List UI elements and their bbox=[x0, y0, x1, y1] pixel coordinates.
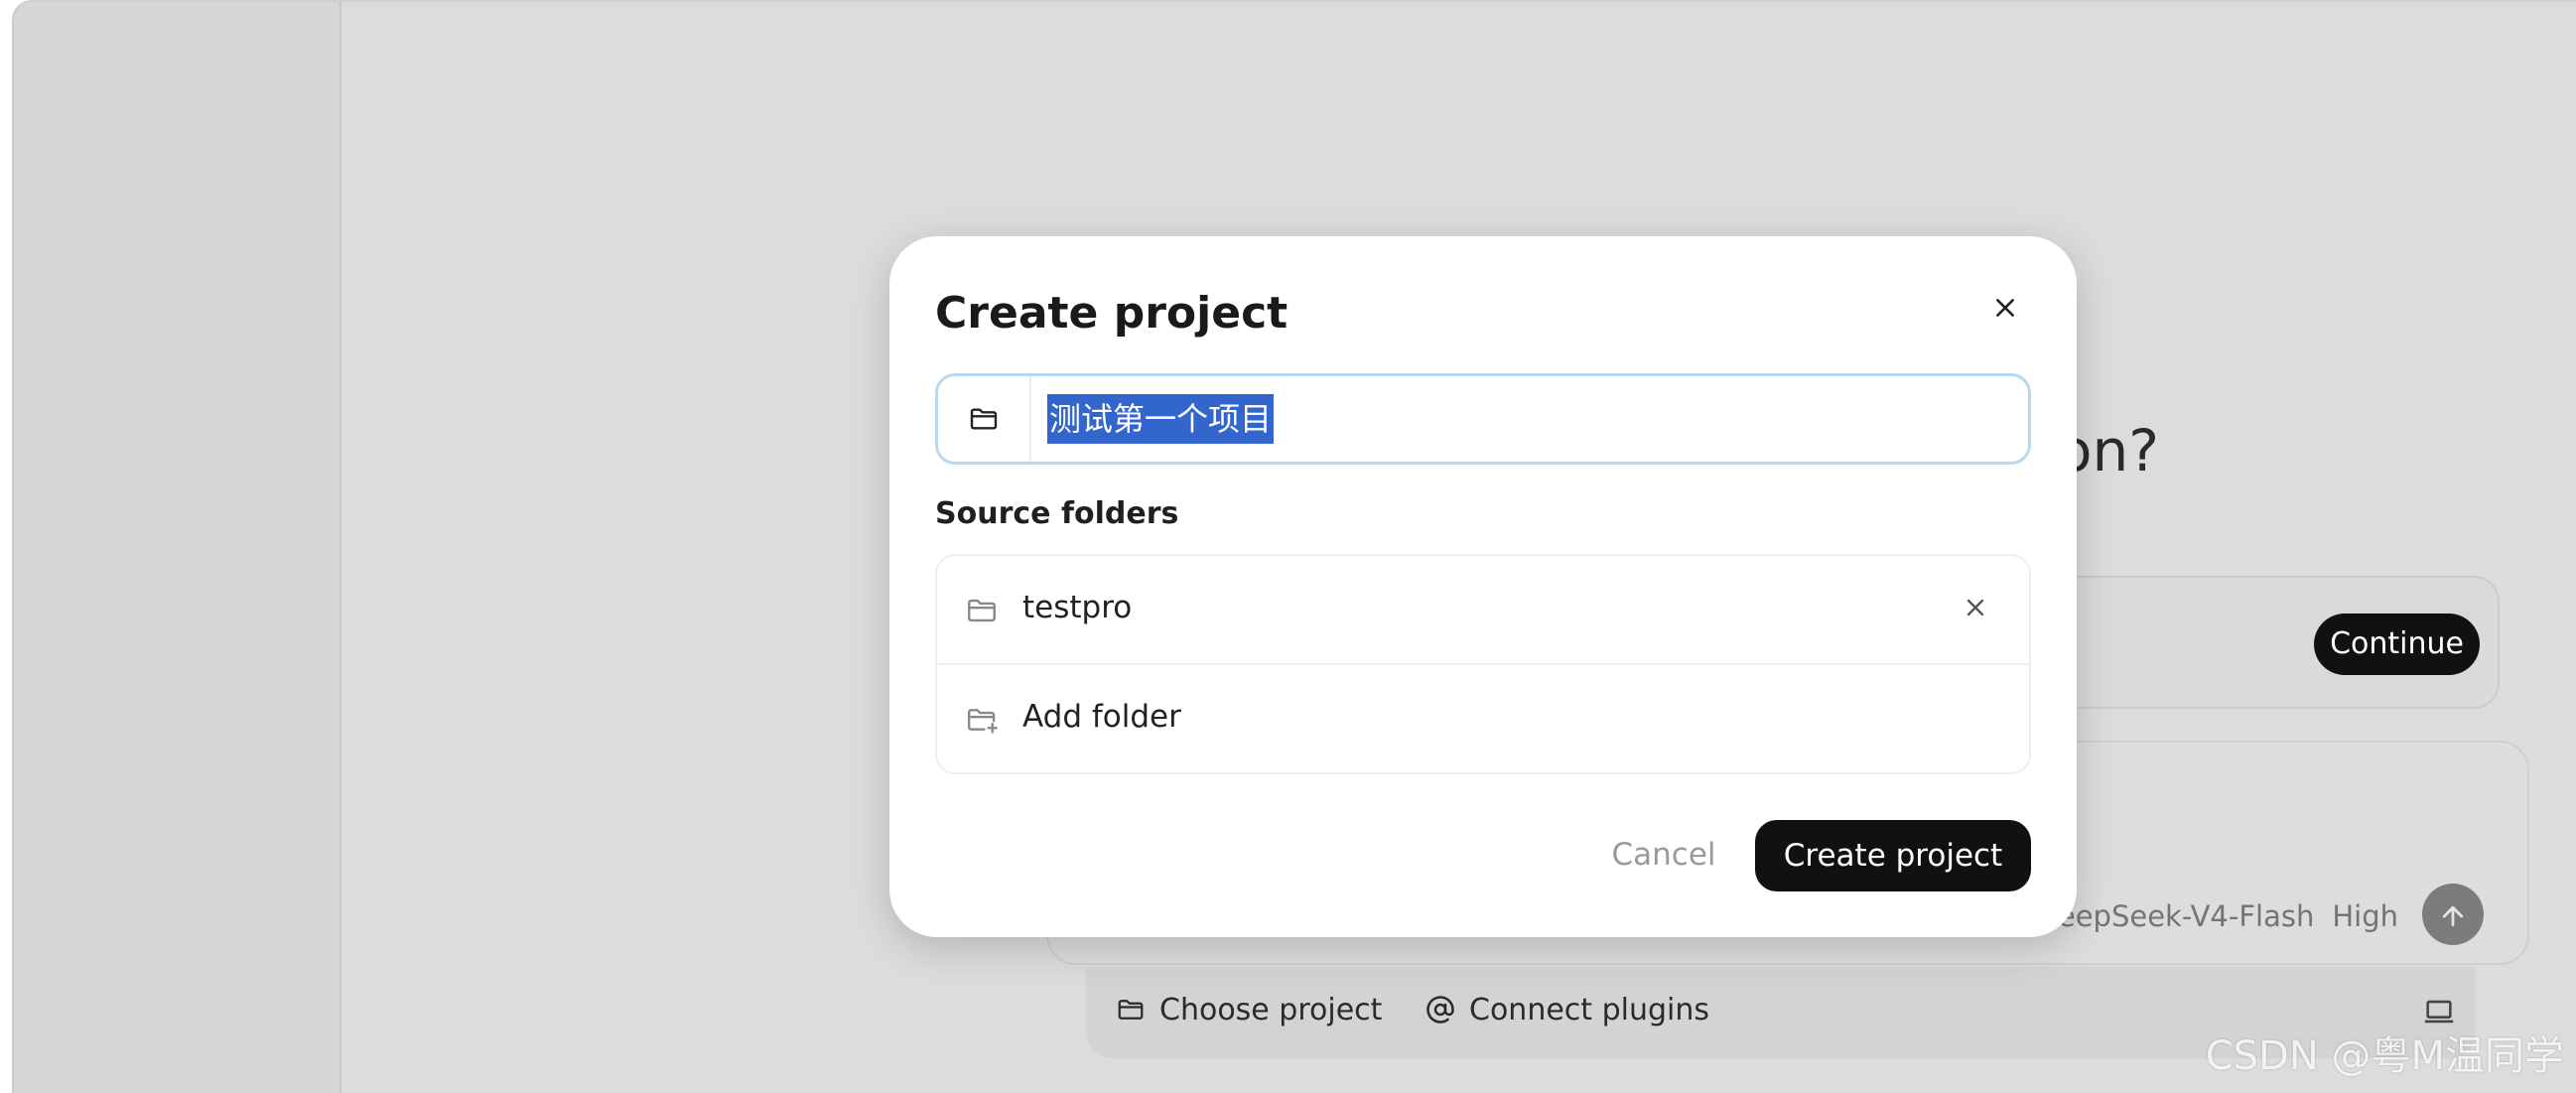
cancel-button[interactable]: Cancel bbox=[1584, 820, 1743, 889]
add-folder-label: Add folder bbox=[1022, 699, 1181, 735]
model-selector[interactable]: DeepSeek-V4-Flash High bbox=[2036, 899, 2398, 933]
model-name: DeepSeek-V4-Flash bbox=[2035, 899, 2315, 933]
add-folder-button[interactable]: Add folder bbox=[937, 665, 2029, 774]
choose-project-button[interactable]: Choose project bbox=[1116, 993, 1382, 1027]
folder-item: testpro bbox=[937, 556, 2029, 665]
folder-icon bbox=[938, 376, 1031, 462]
create-project-dialog: Create project 测试第一个项目 Source folders te… bbox=[889, 236, 2077, 937]
project-name-field[interactable]: 测试第一个项目 bbox=[935, 373, 2031, 465]
watermark: CSDN @粤M温同学 bbox=[2205, 1033, 2564, 1079]
project-name-input[interactable]: 测试第一个项目 bbox=[1047, 394, 1275, 444]
sidebar bbox=[14, 2, 341, 1093]
close-button[interactable] bbox=[1979, 282, 2031, 334]
at-sign-icon bbox=[1426, 996, 1454, 1024]
continue-button[interactable]: Continue bbox=[2314, 614, 2480, 675]
choose-project-label: Choose project bbox=[1159, 993, 1383, 1027]
dialog-title: Create project bbox=[935, 288, 1288, 339]
close-icon bbox=[1996, 299, 2014, 317]
arrow-up-icon bbox=[2442, 905, 2464, 927]
folder-plus-icon bbox=[965, 703, 1001, 741]
effort-level: High bbox=[2332, 899, 2398, 933]
source-folders-label: Source folders bbox=[935, 496, 1179, 531]
send-button[interactable] bbox=[2422, 884, 2484, 945]
folder-icon bbox=[1118, 1000, 1144, 1020]
remove-folder-button[interactable] bbox=[1962, 594, 1989, 625]
create-project-button[interactable]: Create project bbox=[1755, 820, 2031, 891]
connect-plugins-label: Connect plugins bbox=[1469, 993, 1709, 1027]
folder-icon bbox=[965, 594, 999, 631]
close-icon bbox=[1966, 599, 1984, 616]
app-window: on? Continue DeepSeek-V4-Flash High Choos… bbox=[12, 0, 2576, 1093]
connect-plugins-button[interactable]: Connect plugins bbox=[1425, 993, 1709, 1027]
source-folders-list: testpro Add folder bbox=[935, 554, 2031, 774]
folder-name: testpro bbox=[1022, 590, 1133, 625]
